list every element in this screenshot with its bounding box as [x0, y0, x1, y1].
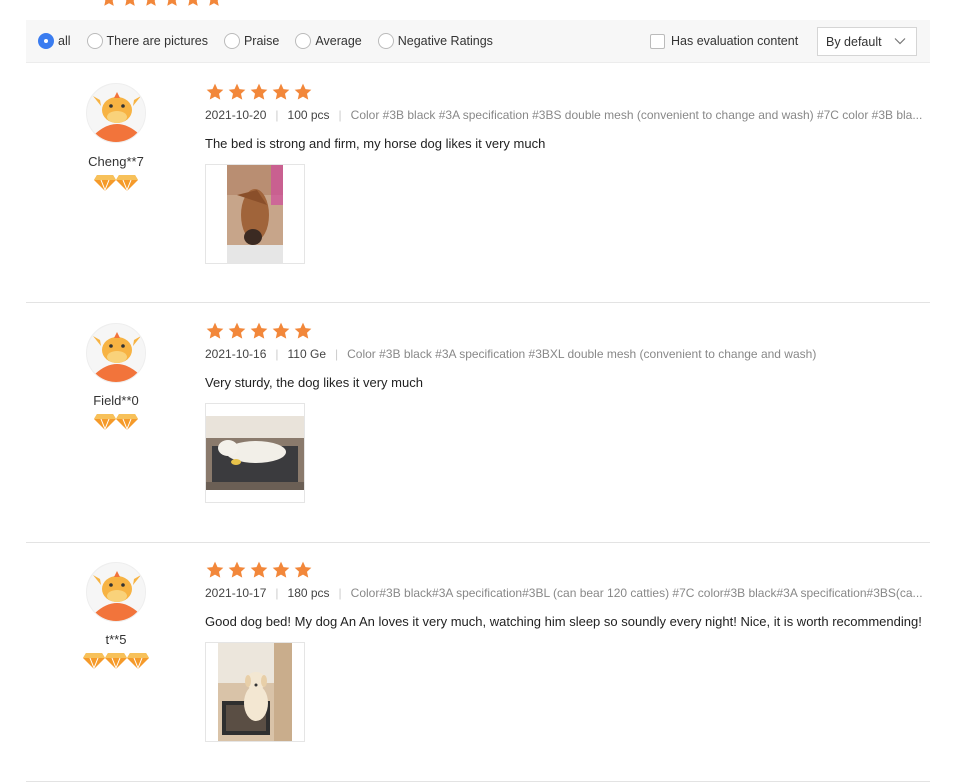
review-content: 2021-10-20 | 100 pcs | Color #3B black #3A s… [205, 82, 927, 264]
filter-praise[interactable]: Praise [223, 33, 280, 49]
review-quantity: 110 Ge [287, 347, 326, 361]
star-icon [206, 322, 224, 339]
review-photo-thumbnail[interactable] [205, 642, 305, 742]
cow-avatar-icon [87, 563, 145, 621]
rating-stars [205, 82, 927, 102]
meta-separator: | [338, 586, 342, 600]
radio-button[interactable] [377, 33, 394, 49]
star-icon [250, 561, 268, 578]
radio-button[interactable] [223, 33, 240, 49]
diamond-badge-icon [94, 175, 116, 192]
review-meta: 2021-10-17 | 180 pcs | Color#3B black#3A spe… [205, 586, 927, 600]
cow-avatar-icon [87, 84, 145, 142]
review-item: Cheng**7 2021-10-20 | 100 pcs | Color #3B bl… [26, 63, 930, 303]
filter-pictures[interactable]: There are pictures [86, 33, 208, 49]
filter-average[interactable]: Average [295, 33, 362, 49]
reviewer-name: Field**0 [93, 393, 139, 408]
review-content: 2021-10-16 | 110 Ge | Color #3B black #3A sp… [205, 321, 927, 503]
reviewer-name: t**5 [105, 632, 127, 647]
radio-button[interactable] [86, 33, 103, 49]
meta-separator: | [275, 108, 279, 122]
cow-avatar-icon [87, 324, 145, 382]
avatar[interactable] [86, 83, 146, 143]
avatar[interactable] [86, 562, 146, 622]
radio-button-checked[interactable] [38, 33, 54, 49]
review-date: 2021-10-17 [205, 586, 267, 600]
star-icon [250, 83, 268, 100]
dog-lying-photo-icon [227, 165, 283, 263]
has-content-filter[interactable]: Has evaluation content [650, 33, 799, 49]
dog-on-bed-photo-icon [206, 416, 304, 490]
review-meta: 2021-10-16 | 110 Ge | Color #3B black #3A sp… [205, 347, 927, 361]
filter-all[interactable]: all [38, 33, 71, 49]
review-text: The bed is strong and firm, my horse dog… [205, 136, 546, 151]
review-text: Good dog bed! My dog An An loves it very… [205, 614, 922, 629]
has-content-label: Has evaluation content [671, 34, 799, 48]
star-icon [206, 83, 224, 100]
sort-dropdown[interactable]: By default [817, 27, 917, 56]
review-date: 2021-10-16 [205, 347, 267, 361]
star-icon [294, 83, 312, 100]
diamond-badge-icon [127, 653, 149, 670]
review-photo-thumbnail[interactable] [205, 164, 305, 264]
review-spec: Color#3B black#3A specification#3BL (can… [350, 586, 923, 600]
star-icon [228, 322, 246, 339]
sort-value: By default [826, 34, 882, 49]
star-icon [228, 83, 246, 100]
radio-button[interactable] [295, 33, 312, 49]
review-spec: Color #3B black #3A specification #3BS d… [350, 108, 923, 122]
avatar[interactable] [86, 323, 146, 383]
rating-stars [205, 321, 927, 341]
star-icon [294, 561, 312, 578]
review-text: Very sturdy, the dog likes it very much [205, 375, 423, 390]
filter-label: Praise [243, 34, 280, 48]
star-icon [272, 561, 290, 578]
review-quantity: 180 pcs [287, 586, 330, 600]
diamond-badge-icon [83, 653, 105, 670]
star-icon [250, 322, 268, 339]
member-badges [64, 652, 168, 670]
review-date: 2021-10-20 [205, 108, 267, 122]
review-quantity: 100 pcs [287, 108, 330, 122]
filter-label: Average [315, 34, 362, 48]
meta-separator: | [275, 347, 279, 361]
star-icon [272, 83, 290, 100]
review-meta: 2021-10-20 | 100 pcs | Color #3B black #3A s… [205, 108, 927, 122]
review-filter-bar: all There are pictures Praise Average Ne… [26, 20, 930, 63]
reviewer-name: Cheng**7 [88, 154, 144, 169]
star-icon [206, 561, 224, 578]
review-spec: Color #3B black #3A specification #3BXL … [347, 347, 817, 361]
meta-separator: | [275, 586, 279, 600]
review-photo-thumbnail[interactable] [205, 403, 305, 503]
chevron-down-icon [894, 38, 906, 45]
reviewer-info [84, 83, 148, 143]
filter-label: There are pictures [106, 34, 208, 48]
review-item: Field**0 2021-10-16 | 110 Ge | Color #3B bla… [26, 303, 930, 543]
diamond-badge-icon [105, 653, 127, 670]
star-icon [294, 322, 312, 339]
diamond-badge-icon [116, 414, 138, 431]
meta-separator: | [338, 108, 342, 122]
previous-review-stars [100, 0, 223, 8]
reviewer-info [84, 562, 148, 622]
rating-stars [205, 560, 927, 580]
filter-negative[interactable]: Negative Ratings [377, 33, 493, 49]
star-icon [272, 322, 290, 339]
diamond-badge-icon [94, 414, 116, 431]
filter-label: Negative Ratings [397, 34, 493, 48]
diamond-badge-icon [116, 175, 138, 192]
review-content: 2021-10-17 | 180 pcs | Color#3B black#3A spe… [205, 560, 927, 742]
meta-separator: | [335, 347, 339, 361]
puppy-sitting-photo-icon [218, 643, 292, 741]
has-content-checkbox[interactable] [650, 33, 665, 49]
reviewer-info [84, 323, 148, 383]
member-badges [64, 174, 168, 192]
star-icon [228, 561, 246, 578]
filter-label: all [58, 34, 71, 48]
review-item: t**5 2021-10-17 | 180 pcs | Color#3B black#3… [26, 542, 930, 782]
member-badges [64, 413, 168, 431]
